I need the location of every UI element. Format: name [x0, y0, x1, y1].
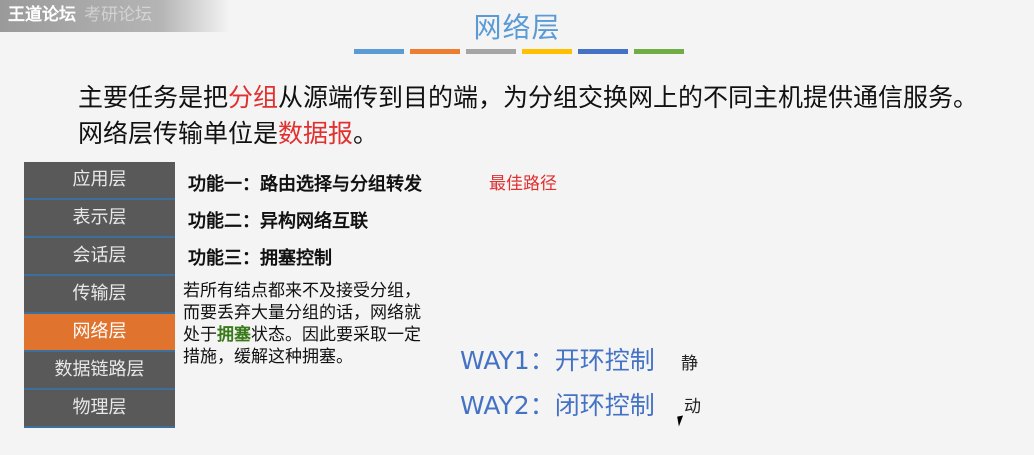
main-line-1-rest: 从源端传到目的端，为分组交换网上的不同主机提供通信服务。 — [278, 83, 979, 112]
function-three: 功能三：拥塞控制 — [188, 248, 332, 269]
main-line-2: 网络层传输单位是数据报。 — [78, 116, 1028, 152]
layer-data-link: 数据链路层 — [24, 352, 175, 390]
way-open-loop: WAY1：开环控制 — [460, 346, 655, 375]
main-text: 主要任务是把分组从源端传到目的端，为分组交换网上的不同主机提供通信服务。 网络层… — [78, 80, 1028, 152]
way-open-loop-note: 静 — [681, 354, 698, 374]
slide-title: 网络层 — [473, 11, 561, 44]
congestion-highlight: 拥塞 — [217, 325, 251, 345]
layer-transport: 传输层 — [24, 276, 175, 314]
way-closed-loop-note: 动 — [684, 397, 701, 417]
mouse-cursor-icon — [677, 415, 685, 427]
way-closed-loop: WAY2：闭环控制 — [460, 391, 655, 420]
layer-physical: 物理层 — [24, 390, 175, 428]
function-one: 功能一：路由选择与分组转发 — [188, 174, 422, 195]
packet-highlight: 分组 — [228, 83, 279, 112]
title-bar-5 — [578, 49, 628, 54]
title-color-bars — [354, 49, 684, 54]
layer-network: 网络层 — [24, 314, 175, 352]
title-bar-1 — [354, 49, 404, 54]
layer-presentation: 表示层 — [24, 200, 175, 238]
main-line-1-text: 主要任务是把 — [78, 83, 229, 112]
datagram-highlight: 数据报 — [278, 119, 354, 148]
congestion-description: 若所有结点都来不及接受分组，而要丢弃大量分组的话，网络就处于拥塞状态。因此要采取… — [183, 280, 423, 368]
main-line-2-text: 网络层传输单位是 — [78, 119, 279, 148]
layer-session: 会话层 — [24, 238, 175, 276]
function-one-note: 最佳路径 — [489, 174, 557, 194]
function-two: 功能二：异构网络互联 — [188, 211, 368, 232]
title-bar-6 — [634, 49, 684, 54]
main-line-1: 主要任务是把分组从源端传到目的端，为分组交换网上的不同主机提供通信服务。 — [78, 80, 1028, 116]
main-line-2-rest: 。 — [353, 119, 379, 148]
layer-application: 应用层 — [24, 162, 175, 200]
title-bar-3 — [466, 49, 516, 54]
title-bar-4 — [522, 49, 572, 54]
title-bar-2 — [410, 49, 460, 54]
osi-layer-stack: 应用层 表示层 会话层 传输层 网络层 数据链路层 物理层 — [24, 162, 175, 428]
